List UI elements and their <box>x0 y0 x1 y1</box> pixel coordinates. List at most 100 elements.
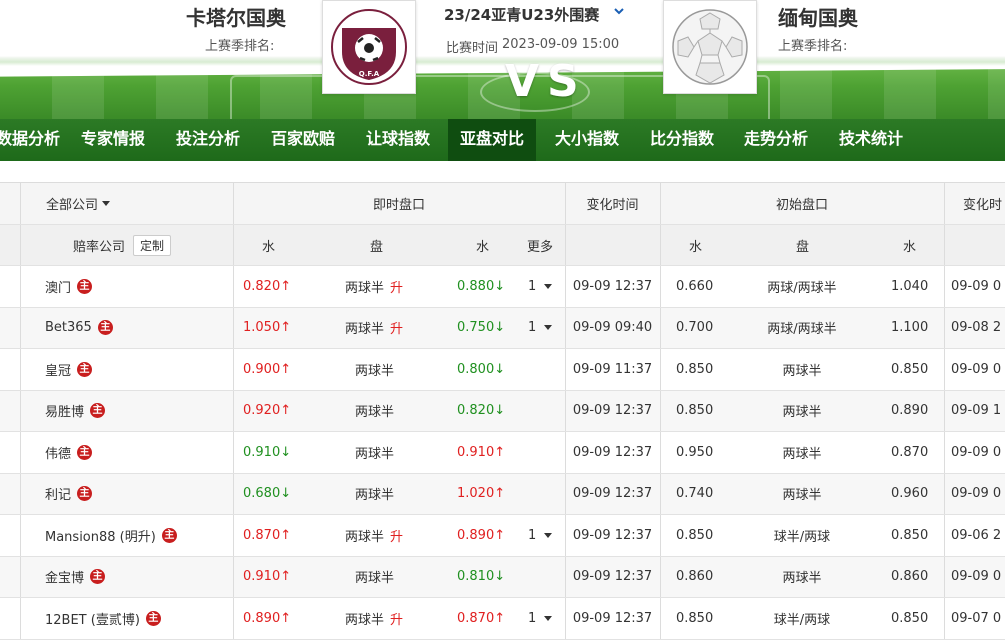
live-water-2[interactable]: 0.870 ↑ <box>457 598 505 639</box>
nav-item-euro-odds[interactable]: 百家欧赔 <box>271 119 335 161</box>
column-divider <box>20 432 21 473</box>
live-odds-header: 即时盘口 <box>372 198 425 213</box>
live-handicap[interactable]: 两球半升 <box>345 266 403 307</box>
company-cell[interactable]: 利记主 <box>45 474 93 515</box>
initial-handicap: 两球半 <box>782 446 822 462</box>
live-handicap[interactable]: 两球半 <box>355 391 394 432</box>
analysis-nav-bar: 数据分析 专家情报 投注分析 百家欧赔 让球指数 亚盘对比 大小指数 比分指数 … <box>0 119 1005 161</box>
table-row[interactable]: 12BET (壹贰博) 主 0.890 ↑ 两球半升 0.870 ↑ 1 09-09 12:37… <box>0 598 1005 640</box>
column-divider <box>660 515 661 556</box>
live-water-2[interactable]: 0.810 ↓ <box>457 557 505 598</box>
more-dropdown[interactable]: 1 <box>528 308 553 349</box>
table-row[interactable]: 易胜博主 0.920 ↑ 两球半 0.820 ↓ 09-09 12:37 0.850 两球半 0.… <box>0 390 1005 432</box>
live-water-1[interactable]: 0.910 ↑ <box>243 557 291 598</box>
nav-item-data-analysis[interactable]: 数据分析 <box>0 119 60 161</box>
company-name[interactable]: 12BET (壹贰博) <box>45 609 140 628</box>
company-name[interactable]: 利记 <box>45 484 71 503</box>
away-team-logo[interactable] <box>663 0 757 94</box>
initial-handicap: 球半/两球 <box>773 529 831 545</box>
handicap-header: 盘 <box>370 239 384 255</box>
company-cell[interactable]: 12BET (壹贰博) 主 <box>45 598 161 639</box>
live-water-2[interactable]: 0.820 ↓ <box>457 391 505 432</box>
live-water-2[interactable]: 0.750 ↓ <box>457 308 505 349</box>
company-name[interactable]: Mansion88 (明升) <box>45 526 156 545</box>
live-water-2[interactable]: 0.880 ↓ <box>457 266 505 307</box>
live-water-2-value: 0.910 <box>457 444 495 460</box>
company-name[interactable]: 金宝博 <box>45 567 84 586</box>
table-row[interactable]: 皇冠主 0.900 ↑ 两球半 0.800 ↓ 09-09 11:37 0.850 两球半 0.8… <box>0 349 1005 391</box>
arrow-down-icon: ↓ <box>494 361 506 377</box>
column-divider <box>233 556 234 597</box>
table-row[interactable]: 澳门主 0.820 ↑ 两球半升 0.880 ↓ 1 09-09 12:37 0.660 两球/两… <box>0 266 1005 308</box>
table-row[interactable]: 金宝博主 0.910 ↑ 两球半 0.810 ↓ 09-09 12:37 0.860 两球半 0.… <box>0 556 1005 598</box>
home-team-logo[interactable]: Q.F.A <box>322 0 416 94</box>
change-time: 09-09 09:40 <box>572 320 653 336</box>
company-name[interactable]: 易胜博 <box>45 401 84 420</box>
live-handicap[interactable]: 两球半 <box>355 349 394 390</box>
live-water-1[interactable]: 0.820 ↑ <box>243 266 291 307</box>
initial-water-1: 0.860 <box>676 569 714 585</box>
live-handicap[interactable]: 两球半 <box>355 432 394 473</box>
live-handicap[interactable]: 两球半 <box>355 557 394 598</box>
column-divider <box>20 390 21 431</box>
company-name[interactable]: 皇冠 <box>45 360 71 379</box>
column-divider <box>944 225 945 265</box>
company-cell[interactable]: 皇冠主 <box>45 349 93 390</box>
nav-item-trend[interactable]: 走势分析 <box>744 119 808 161</box>
table-row[interactable]: Bet365 主 1.050 ↑ 两球半升 0.750 ↓ 1 09-09 09:40 0.700… <box>0 307 1005 349</box>
live-water-2[interactable]: 0.890 ↑ <box>457 515 505 556</box>
live-water-1[interactable]: 0.680 ↓ <box>243 474 291 515</box>
away-team-name[interactable]: 缅甸国奥 <box>778 2 858 31</box>
league-name[interactable]: 23/24亚青U23外围赛 <box>444 4 599 25</box>
live-handicap[interactable]: 两球半升 <box>345 308 403 349</box>
company-cell[interactable]: Mansion88 (明升) 主 <box>45 515 177 556</box>
live-water-2[interactable]: 0.800 ↓ <box>457 349 505 390</box>
customize-button[interactable]: 定制 <box>133 234 172 256</box>
live-water-2[interactable]: 1.020 ↑ <box>457 474 505 515</box>
company-cell[interactable]: Bet365 主 <box>45 308 113 349</box>
home-team-name[interactable]: 卡塔尔国奥 <box>186 2 286 31</box>
live-water-1[interactable]: 1.050 ↑ <box>243 308 291 349</box>
company-name[interactable]: 澳门 <box>45 277 71 296</box>
company-cell[interactable]: 易胜博主 <box>45 391 106 432</box>
initial-water-header: 水 <box>689 239 703 255</box>
company-name[interactable]: 伟德 <box>45 443 71 462</box>
company-cell[interactable]: 伟德主 <box>45 432 93 473</box>
nav-item-tech-stats[interactable]: 技术统计 <box>839 119 903 161</box>
more-dropdown[interactable]: 1 <box>528 266 553 307</box>
column-divider <box>944 307 945 348</box>
nav-item-expert-intel[interactable]: 专家情报 <box>81 119 145 161</box>
nav-item-score-index[interactable]: 比分指数 <box>650 119 714 161</box>
more-header: 更多 <box>527 239 554 255</box>
more-dropdown[interactable]: 1 <box>528 598 553 639</box>
more-count: 1 <box>528 320 537 336</box>
company-name[interactable]: Bet365 <box>45 320 92 335</box>
arrow-up-icon: ↑ <box>280 569 292 585</box>
live-water-1[interactable]: 0.900 ↑ <box>243 349 291 390</box>
table-row[interactable]: 伟德主 0.910 ↓ 两球半 0.910 ↑ 09-09 12:37 0.950 两球半 0.8… <box>0 432 1005 474</box>
nav-item-bet-analysis[interactable]: 投注分析 <box>176 119 240 161</box>
table-row[interactable]: Mansion88 (明升) 主 0.870 ↑ 两球半升 0.890 ↑ 1 09-09 12… <box>0 515 1005 557</box>
live-water-1-value: 1.050 <box>243 320 281 336</box>
live-water-1[interactable]: 0.910 ↓ <box>243 432 291 473</box>
live-water-1[interactable]: 0.890 ↑ <box>243 598 291 639</box>
initial-handicap: 两球半 <box>782 488 822 504</box>
live-water-1[interactable]: 0.870 ↑ <box>243 515 291 556</box>
nav-item-handicap-index[interactable]: 让球指数 <box>366 119 430 161</box>
table-row[interactable]: 利记主 0.680 ↓ 两球半 1.020 ↑ 09-09 12:37 0.740 两球半 0.9… <box>0 473 1005 515</box>
more-count: 1 <box>528 610 537 626</box>
nav-item-over-under[interactable]: 大小指数 <box>555 119 619 161</box>
live-handicap[interactable]: 两球半升 <box>345 598 403 639</box>
chevron-down-icon[interactable] <box>612 4 626 18</box>
live-handicap[interactable]: 两球半 <box>355 474 394 515</box>
live-handicap[interactable]: 两球半升 <box>345 515 403 556</box>
column-divider <box>20 266 21 307</box>
company-cell[interactable]: 金宝博主 <box>45 557 106 598</box>
company-cell[interactable]: 澳门主 <box>45 266 93 307</box>
company-filter-dropdown[interactable]: 全部公司 <box>46 183 111 224</box>
live-water-2[interactable]: 0.910 ↑ <box>457 432 505 473</box>
more-dropdown[interactable]: 1 <box>528 515 553 556</box>
arrow-up-icon: ↑ <box>280 361 292 377</box>
live-water-1[interactable]: 0.920 ↑ <box>243 391 291 432</box>
nav-item-asian-compare[interactable]: 亚盘对比 <box>448 119 537 161</box>
